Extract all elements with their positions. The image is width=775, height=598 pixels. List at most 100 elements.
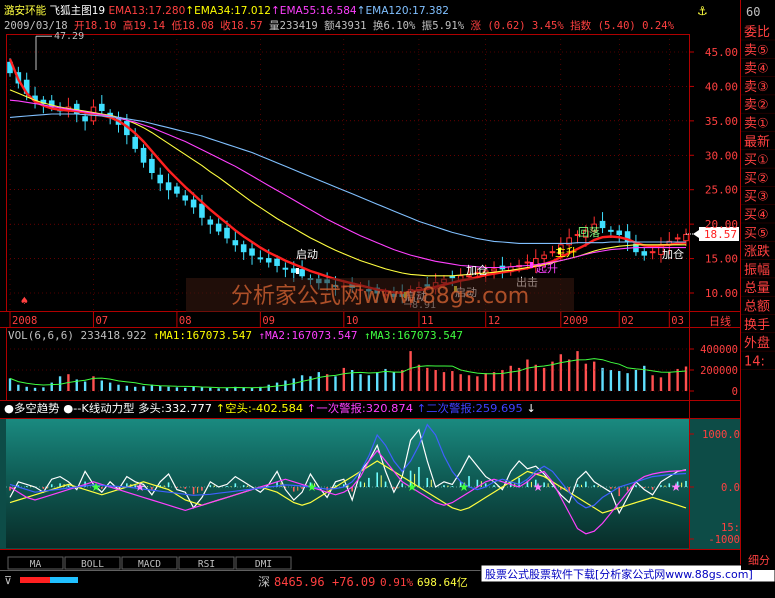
header-item: ●--K线动力型	[60, 401, 135, 415]
candle-body	[215, 223, 222, 232]
tab-label[interactable]: MA	[30, 559, 42, 570]
candle-body	[299, 269, 305, 277]
x-label: 10	[346, 315, 359, 327]
signal-label: 加仓	[662, 247, 684, 261]
status-bar-blue	[50, 577, 78, 583]
volume-bar	[200, 387, 204, 391]
volume-bar	[676, 368, 679, 391]
ad-text[interactable]: 股票公式股票软件下载[分析家公式网www.88gs.com]	[485, 567, 753, 581]
x-label: 09	[262, 315, 275, 327]
volume-bar	[476, 376, 479, 391]
side-item: 最新	[744, 134, 770, 150]
status-index-pct: 0.91%	[380, 576, 413, 589]
volume-bar	[42, 387, 45, 391]
chart-stage: 潞安环能 飞狐主图19 EMA13:17.280↑EMA34:17.012↑EM…	[0, 0, 775, 598]
candle-body	[608, 229, 614, 232]
volume-bar	[668, 372, 671, 391]
candle-body	[649, 251, 656, 254]
indicator-name: 飞狐主图19	[46, 3, 105, 17]
volume-bar	[50, 382, 53, 391]
vol-y-label: 0	[732, 386, 738, 398]
volume-bar	[159, 385, 162, 391]
candle-body	[449, 275, 456, 279]
status-bar-red	[20, 577, 50, 583]
side-item: 外盘	[744, 335, 770, 351]
candle-body	[149, 158, 155, 174]
signal-star-icon: ★	[307, 480, 318, 494]
header-item: 涨 (0.62) 3.45%	[464, 20, 564, 32]
tab-label[interactable]: DMI	[255, 559, 272, 570]
candle-body	[182, 195, 189, 201]
candle-body	[265, 258, 272, 263]
candle-body	[282, 267, 289, 270]
candle-body	[616, 230, 623, 235]
anchor-icon[interactable]: ⚓	[697, 4, 708, 18]
stock-marker-icon: ♠	[20, 296, 29, 307]
signal-marker	[296, 268, 299, 274]
header-item: ↓	[523, 402, 536, 415]
header-item: 额43931	[318, 19, 367, 32]
candle-body	[674, 237, 681, 240]
candle-body	[190, 199, 197, 208]
volume-bar	[25, 386, 28, 391]
volume-bar	[392, 372, 396, 391]
signal-marker	[530, 262, 533, 268]
volume-bar	[83, 381, 87, 391]
header-item: ↑空头:-402.584	[212, 401, 303, 415]
volume-bar	[359, 374, 362, 391]
candle-body	[257, 257, 264, 260]
volume-bar	[651, 375, 654, 391]
signal-label: 起升	[536, 262, 558, 275]
volume-bar	[384, 368, 387, 391]
volume-bar	[601, 367, 604, 391]
volume-bar	[125, 385, 129, 391]
volume-bar	[442, 372, 446, 391]
volume-bar	[618, 371, 621, 391]
price-y-label: 20.00	[705, 218, 738, 231]
volume-bar	[492, 372, 496, 391]
tab-label[interactable]: RSI	[198, 559, 215, 570]
candle-body	[249, 248, 255, 256]
signal-star-icon: ★	[459, 480, 470, 494]
header-item: 收18.57	[214, 19, 263, 32]
candle-body	[274, 258, 280, 266]
watermark: 分析家公式网www.88gs.com	[231, 284, 529, 309]
volume-bar	[584, 363, 588, 391]
candle-body	[165, 182, 172, 191]
candle-body	[224, 227, 230, 239]
vol-y-label: 400000	[700, 344, 738, 356]
signal-star-icon: ★	[407, 480, 418, 494]
header-item: 2009/03/18	[4, 20, 68, 32]
volume-bar	[275, 382, 279, 391]
volume-bar	[376, 372, 379, 391]
header-item: ↑MA3:167073.547	[357, 330, 463, 342]
vol-y-label: 200000	[700, 365, 738, 377]
volume-bar	[217, 388, 220, 391]
volume-bar	[175, 387, 179, 391]
volume-bar	[142, 386, 145, 391]
volume-bar	[250, 387, 254, 391]
x-label: 08	[179, 315, 192, 327]
volume-bar	[367, 375, 371, 391]
header-item: VOL(6,6,6)	[8, 330, 74, 342]
status-market: 深	[258, 575, 270, 589]
header-item: 量233419	[263, 20, 318, 32]
header-item: ↑MA2:167073.547	[252, 330, 358, 342]
candle-body	[524, 261, 531, 264]
ema-label-0: EMA13:17.280	[105, 4, 185, 17]
volume-bar	[534, 364, 537, 391]
signal-star-icon: ★	[135, 480, 146, 494]
volume-bar	[33, 387, 37, 391]
x-label: 12	[488, 315, 501, 327]
side-item: 振幅	[744, 263, 770, 278]
side-bottom-label: 细分	[748, 554, 770, 567]
volume-bar	[467, 375, 471, 391]
status-menu-icon[interactable]: ⊽	[4, 574, 12, 587]
tab-label[interactable]: BOLL	[81, 559, 104, 570]
tab-label[interactable]: MACD	[138, 559, 161, 570]
header-item: 低18.08	[165, 19, 214, 32]
volume-bar	[459, 374, 462, 391]
volume-header: VOL(6,6,6) 233418.922 ↑MA1:167073.547 ↑M…	[8, 330, 463, 342]
oscillator-header: ●多空趋势 ●--K线动力型 多头:332.777 ↑空头:-402.584 ↑…	[4, 401, 536, 415]
x-label: 11	[421, 315, 434, 327]
